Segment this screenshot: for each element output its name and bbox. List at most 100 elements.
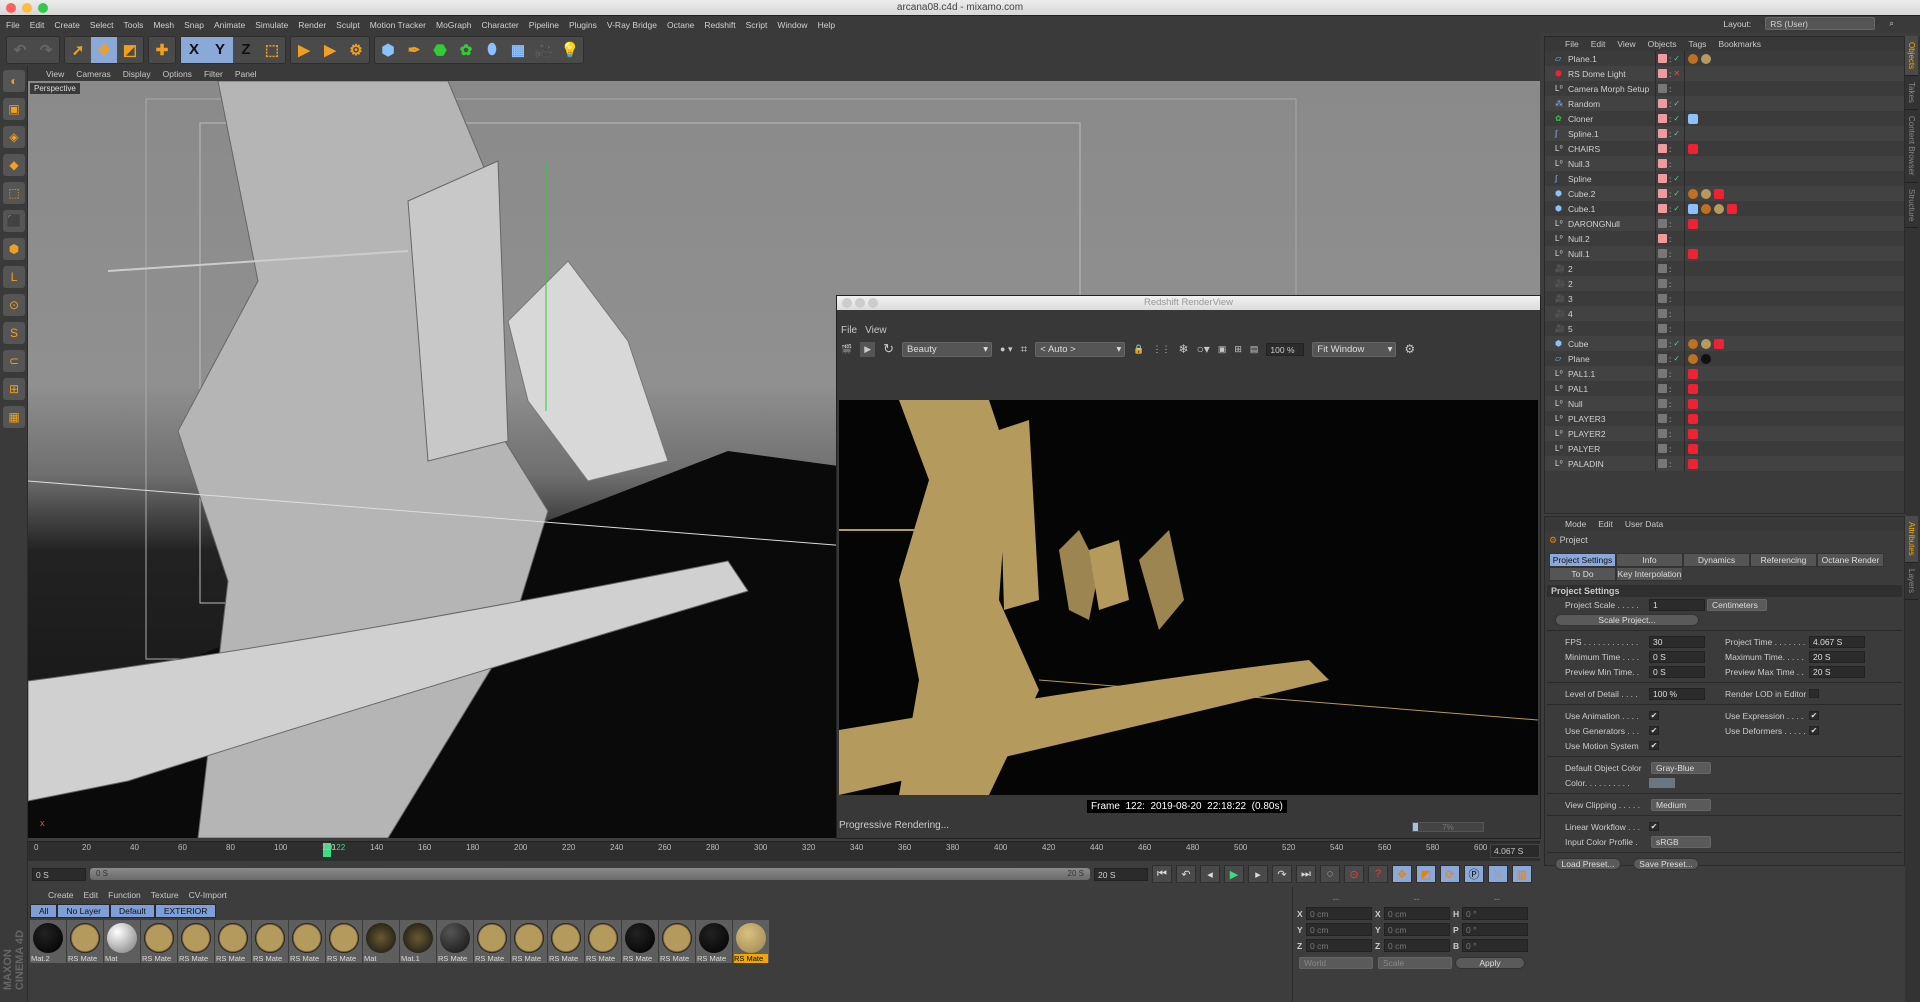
coord-field[interactable]: 0 ° <box>1462 923 1528 936</box>
magnet-icon[interactable]: ⊂ <box>3 350 25 372</box>
go-to-end-button[interactable]: ⏭ <box>1296 865 1316 883</box>
layer-color-swatch[interactable] <box>1658 219 1667 228</box>
visibility-dots-icon[interactable]: : <box>1669 384 1671 394</box>
enabled-check-icon[interactable]: ✓ <box>1673 189 1680 198</box>
edges-mode-icon[interactable]: ⬛ <box>3 210 25 232</box>
menu-animate[interactable]: Animate <box>214 20 245 30</box>
material-swatch[interactable]: RS Mate <box>215 920 251 963</box>
input_profile-dropdown[interactable]: sRGB <box>1651 835 1711 848</box>
material-swatch[interactable]: RS Mate <box>733 920 769 963</box>
material-swatch[interactable]: Mat <box>363 920 399 963</box>
visibility-dots-icon[interactable]: : <box>1669 414 1671 424</box>
use_expression-checkbox[interactable]: ✔ <box>1809 711 1819 720</box>
visibility-dots-icon[interactable]: : <box>1669 219 1671 229</box>
rs-tag-icon[interactable] <box>1688 428 1698 439</box>
attribute-menu-mode[interactable]: Mode <box>1565 519 1586 529</box>
material-menu-create[interactable]: Create <box>48 890 74 900</box>
object-row[interactable]: L⁰ Null.2: <box>1545 231 1904 246</box>
layer-color-swatch[interactable] <box>1658 129 1667 138</box>
object-menu-file[interactable]: File <box>1565 39 1579 49</box>
render-view-icon[interactable]: ▶ <box>291 37 317 63</box>
layer-color-swatch[interactable] <box>1658 84 1667 93</box>
make-editable-icon[interactable]: ◐ <box>3 70 25 92</box>
layout-dropdown[interactable]: RS (User) <box>1765 17 1876 30</box>
scale-project-button[interactable]: Scale Project... <box>1555 613 1699 626</box>
menu-sculpt[interactable]: Sculpt <box>336 20 360 30</box>
menu-file[interactable]: File <box>6 20 20 30</box>
visibility-dots-icon[interactable]: : <box>1669 54 1671 64</box>
motion-record-button[interactable]: ◌ <box>1320 865 1340 883</box>
polygons-mode-icon[interactable]: ⬢ <box>3 238 25 260</box>
fps-field[interactable]: 30 <box>1649 635 1705 648</box>
x-axis-icon[interactable]: X <box>181 36 207 63</box>
layer-color-swatch[interactable] <box>1658 69 1667 78</box>
preview-range-bar[interactable]: 0 S 20 S <box>90 868 1090 880</box>
layer-color-swatch[interactable] <box>1658 339 1667 348</box>
visibility-dots-icon[interactable]: : <box>1669 399 1671 409</box>
object-menu-edit[interactable]: Edit <box>1591 39 1606 49</box>
camera-icon[interactable]: 🎥 <box>531 37 557 63</box>
object-row[interactable]: 🎥 4: <box>1545 306 1904 321</box>
spline-tag-icon[interactable] <box>1688 203 1698 214</box>
rs-tag-icon[interactable] <box>1688 443 1698 454</box>
material-tab-default[interactable]: Default <box>109 904 155 918</box>
coord-mode-dropdown[interactable]: World <box>1299 957 1373 969</box>
side-tab-objects[interactable]: Objects <box>1905 36 1918 77</box>
menu-octane[interactable]: Octane <box>667 20 694 30</box>
default_color-dropdown[interactable]: Gray-Blue <box>1651 761 1711 774</box>
autokey-button[interactable]: ? <box>1368 865 1388 883</box>
object-row[interactable]: L⁰ DARONGNull: <box>1545 216 1904 231</box>
layer-color-swatch[interactable] <box>1658 279 1667 288</box>
visibility-dots-icon[interactable]: : <box>1669 264 1671 274</box>
material-tab-no-layer[interactable]: No Layer <box>57 904 110 918</box>
rs-tag-icon[interactable] <box>1727 203 1737 214</box>
undo-icon[interactable]: ↶ <box>7 37 33 63</box>
clapper-icon[interactable]: 🎬 <box>841 344 852 355</box>
enabled-check-icon[interactable]: ✓ <box>1673 99 1680 108</box>
layer-color-swatch[interactable] <box>1658 189 1667 198</box>
menu-motion-tracker[interactable]: Motion Tracker <box>370 20 426 30</box>
visibility-dots-icon[interactable]: : <box>1669 99 1671 109</box>
object-row[interactable]: 🎥 2: <box>1545 261 1904 276</box>
add-icon[interactable]: ✚ <box>149 37 175 63</box>
visibility-dots-icon[interactable]: : <box>1669 279 1671 289</box>
key-position-button[interactable]: ✥ <box>1392 865 1412 883</box>
circle-icon[interactable]: ○▾ <box>1197 342 1210 356</box>
viewport-menu-cameras[interactable]: Cameras <box>76 69 110 79</box>
prev_min-field[interactable]: 0 S <box>1649 665 1705 678</box>
material-menu-texture[interactable]: Texture <box>151 890 179 900</box>
renderview-maximize-button[interactable] <box>868 298 878 308</box>
object-row[interactable]: L⁰ Null.1: <box>1545 246 1904 261</box>
menu-tools[interactable]: Tools <box>124 20 144 30</box>
visibility-dots-icon[interactable]: : <box>1669 114 1671 124</box>
menu-mograph[interactable]: MoGraph <box>436 20 471 30</box>
object-row[interactable]: L⁰ PLAYER2: <box>1545 426 1904 441</box>
menu-snap[interactable]: Snap <box>184 20 204 30</box>
rs-tag-icon[interactable] <box>1714 188 1724 199</box>
menu-simulate[interactable]: Simulate <box>255 20 288 30</box>
rs-tag-icon[interactable] <box>1714 338 1724 349</box>
snowflake-icon[interactable]: ❄ <box>1179 342 1189 356</box>
viewport-menu-view[interactable]: View <box>46 69 64 79</box>
phong-tag-icon[interactable] <box>1688 188 1698 199</box>
crop-icon[interactable]: ⌗ <box>1021 342 1028 357</box>
play-button[interactable]: ▶ <box>1224 865 1244 883</box>
enabled-check-icon[interactable]: ✓ <box>1673 129 1680 138</box>
attribute-tab-referencing[interactable]: Referencing <box>1750 553 1817 567</box>
material-swatch[interactable]: RS Mate <box>289 920 325 963</box>
go-to-start-button[interactable]: ⏮ <box>1152 865 1172 883</box>
viewport-menu-filter[interactable]: Filter <box>204 69 223 79</box>
layer-color-swatch[interactable] <box>1658 294 1667 303</box>
close-window-button[interactable] <box>6 3 16 13</box>
pv-icon[interactable]: ▤ <box>1250 344 1259 355</box>
view_clipping-dropdown[interactable]: Medium <box>1651 798 1711 811</box>
object-menu-objects[interactable]: Objects <box>1648 39 1677 49</box>
material-swatch[interactable]: RS Mate <box>696 920 732 963</box>
phong-tag-icon[interactable] <box>1688 53 1698 64</box>
object-row[interactable]: 🎥 2: <box>1545 276 1904 291</box>
material-swatch[interactable]: Mat.1 <box>400 920 436 963</box>
next-frame-button[interactable]: ▸ <box>1248 865 1268 883</box>
fit-dropdown[interactable]: Fit Window <box>1312 341 1397 357</box>
search-icon[interactable]: ⌕ <box>1889 18 1894 29</box>
disabled-x-icon[interactable]: ✕ <box>1673 69 1680 78</box>
